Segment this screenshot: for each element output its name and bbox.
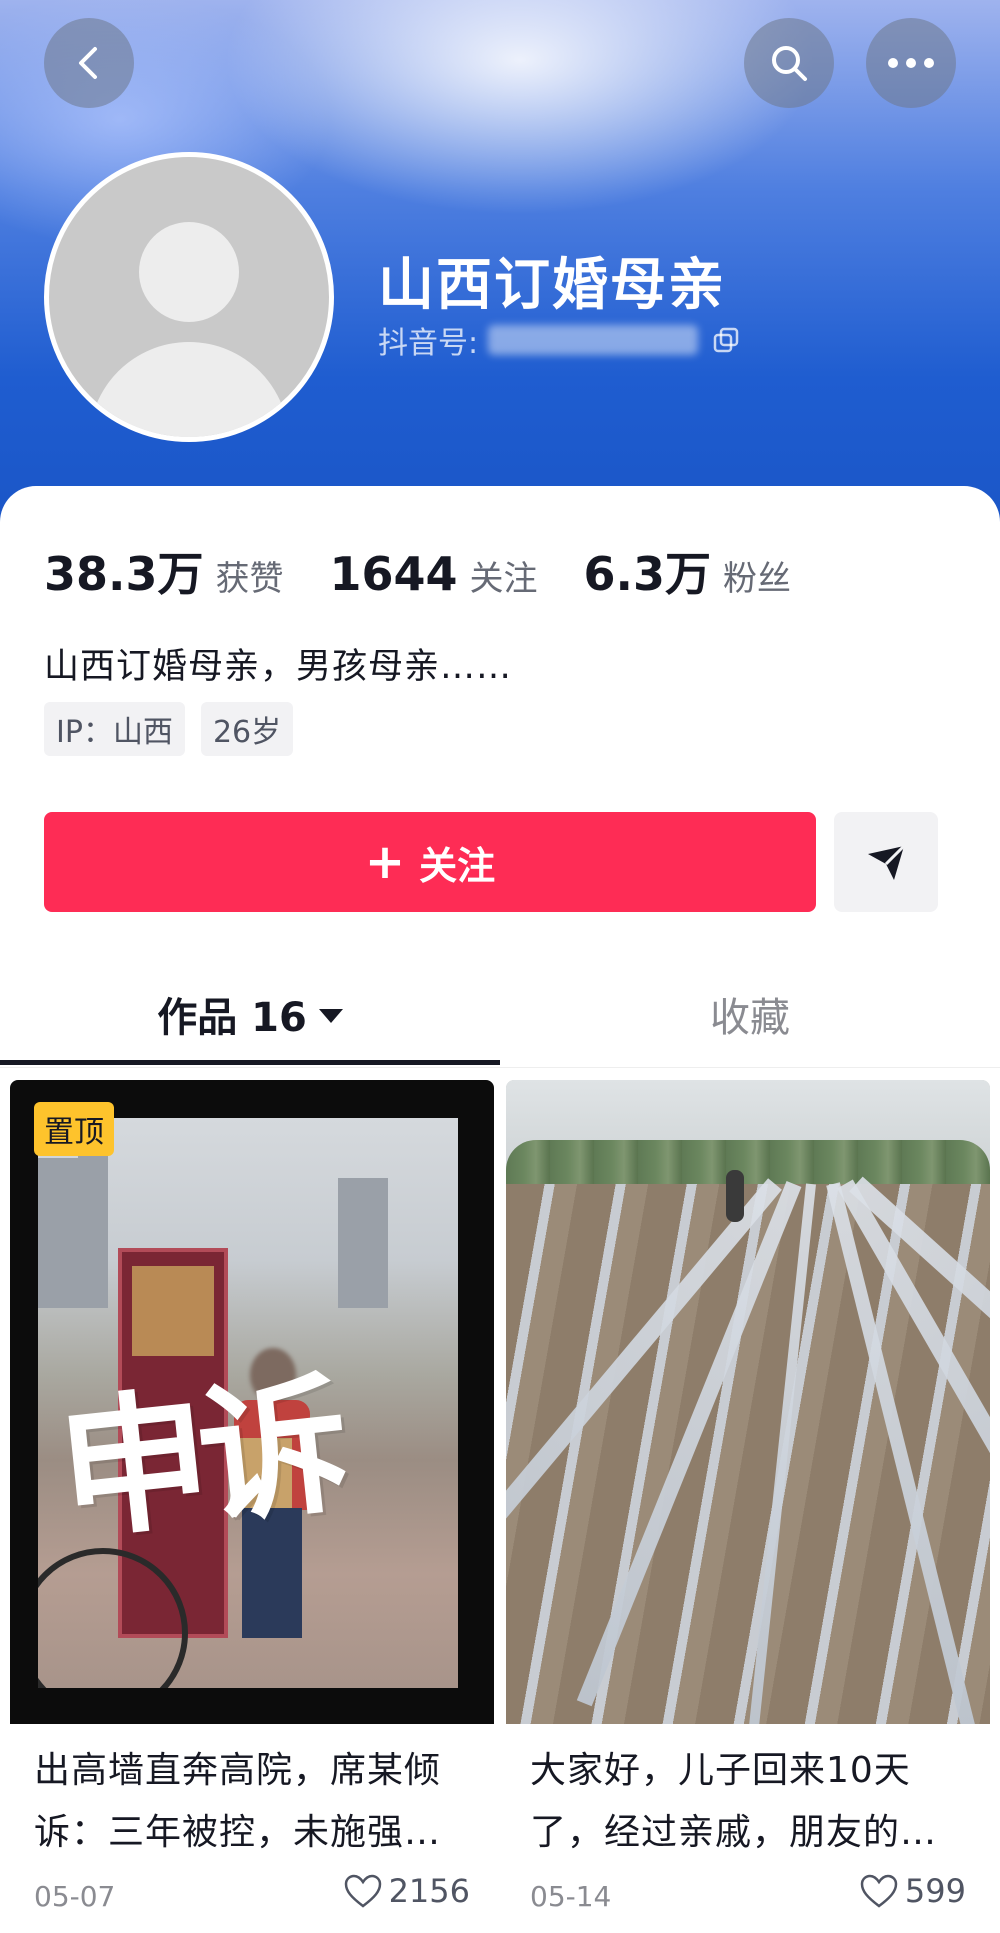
send-message-button[interactable]: [834, 812, 938, 912]
overlay-title-text: 申诉: [50, 1356, 348, 1562]
plus-icon: +: [364, 834, 406, 890]
video-title: 大家好，儿子回来10天了，经过亲戚，朋友的…: [530, 1750, 938, 1853]
stat-likes-label: 获赞: [215, 559, 284, 599]
video-card[interactable]: 申诉 置顶 出高墙直奔高院，席某倾诉：三年被控，未施强… 05-07 2156: [10, 1080, 494, 1933]
video-likes: 2156: [343, 1872, 470, 1910]
avatar-body-shape: [89, 342, 289, 437]
douyin-id-row: 抖音号:: [378, 318, 740, 362]
stat-following[interactable]: 1644 关注: [330, 547, 538, 601]
stats-row: 38.3万 获赞 1644 关注 6.3万 粉丝: [44, 538, 837, 604]
tab-favorites[interactable]: 收藏: [500, 960, 1000, 1068]
douyin-id-value-blurred: [488, 325, 699, 355]
profile-tags: IP：山西 26岁: [44, 702, 309, 756]
video-title: 出高墙直奔高院，席某倾诉：三年被控，未施强…: [34, 1750, 442, 1853]
stat-likes-value: 38.3万: [44, 547, 204, 601]
tab-favorites-label: 收藏: [710, 995, 790, 1041]
video-thumbnail: [506, 1080, 990, 1724]
follow-button-label: 关注: [419, 843, 496, 888]
more-button[interactable]: [866, 18, 956, 108]
stat-followers-label: 粉丝: [723, 559, 792, 599]
content-tabs: 作品 16 收藏: [0, 960, 1000, 1068]
stat-followers-value: 6.3万: [583, 547, 712, 601]
copy-icon[interactable]: [712, 326, 740, 354]
follow-button[interactable]: + 关注: [44, 812, 816, 912]
search-icon: [772, 46, 807, 81]
stat-following-value: 1644: [329, 547, 458, 601]
heart-icon: [344, 1874, 381, 1908]
tag-age: 26岁: [200, 702, 294, 756]
dropdown-triangle-icon: [318, 1009, 343, 1023]
tab-works-label: 作品 16: [157, 995, 307, 1041]
thumbnail-photo: 申诉: [38, 1118, 458, 1688]
avatar[interactable]: [44, 152, 334, 442]
profile-nickname: 山西订婚母亲: [378, 253, 726, 318]
stat-followers[interactable]: 6.3万 粉丝: [584, 538, 792, 604]
video-date: 05-07: [34, 1880, 116, 1913]
building-shape: [38, 1158, 78, 1308]
thumbnail-field: [506, 1184, 990, 1724]
stat-likes[interactable]: 38.3万 获赞: [44, 538, 284, 604]
video-thumbnail: 申诉 置顶: [10, 1080, 494, 1724]
avatar-head-shape: [139, 222, 239, 322]
stat-following-label: 关注: [469, 559, 538, 599]
back-button[interactable]: [44, 18, 134, 108]
building-shape: [338, 1178, 388, 1308]
profile-bio: 山西订婚母亲，男孩母亲……: [44, 647, 513, 687]
thumbnail-trees: [506, 1140, 990, 1190]
video-likes: 599: [859, 1872, 966, 1910]
search-button[interactable]: [744, 18, 834, 108]
heart-icon: [860, 1874, 898, 1908]
video-card[interactable]: 大家好，儿子回来10天了，经过亲戚，朋友的… 05-14 599: [506, 1080, 990, 1933]
tag-ip-location: IP：山西: [44, 702, 185, 756]
pinned-badge: 置顶: [34, 1102, 114, 1156]
more-dots-icon: [888, 58, 934, 68]
video-likes-count: 2156: [388, 1872, 470, 1910]
active-tab-indicator: [0, 1060, 500, 1065]
send-icon: [868, 844, 906, 880]
video-likes-count: 599: [904, 1872, 966, 1910]
back-chevron-icon: [79, 47, 97, 79]
video-date: 05-14: [530, 1880, 612, 1913]
building-shape: [78, 1138, 108, 1308]
tab-works[interactable]: 作品 16: [0, 960, 500, 1068]
douyin-id-label: 抖音号:: [378, 326, 479, 361]
person-in-field: [726, 1170, 744, 1222]
